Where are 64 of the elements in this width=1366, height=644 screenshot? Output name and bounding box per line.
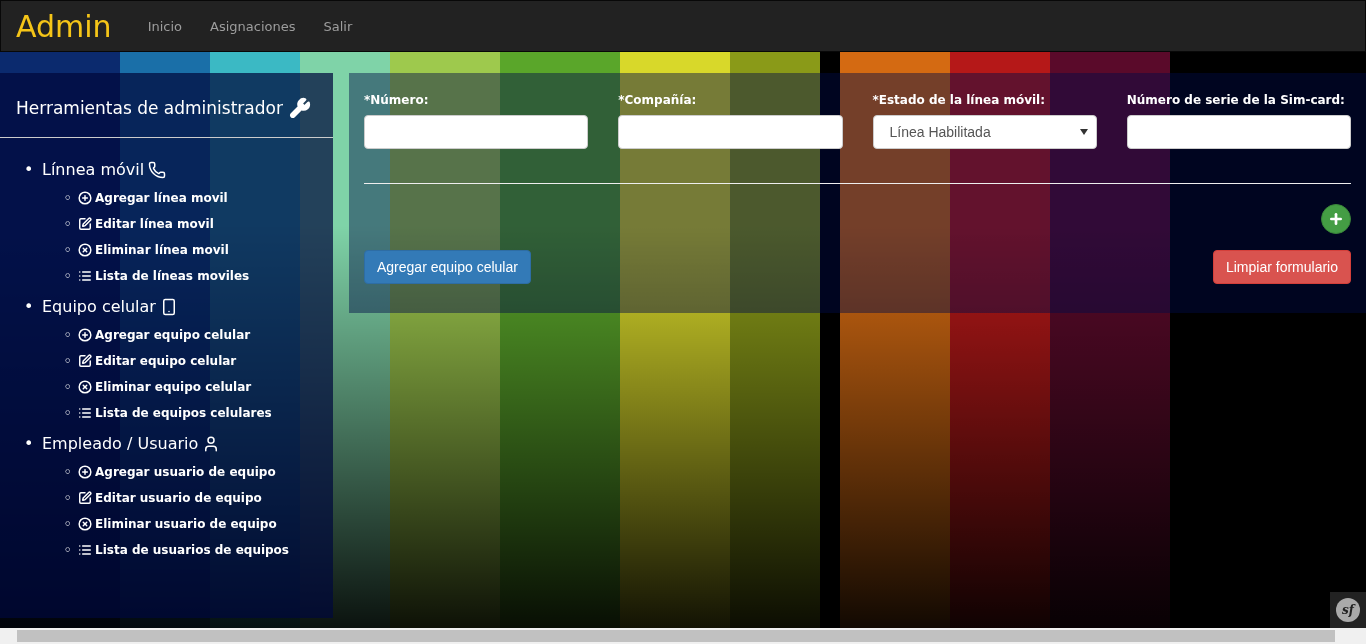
bullet: ◦ [64, 328, 73, 342]
clear-form-button[interactable]: Limpiar formulario [1212, 250, 1351, 284]
x-circle-icon [78, 517, 92, 531]
field-label: *Estado de la línea móvil: [872, 93, 1047, 107]
toolbar-logo: sf [1336, 598, 1360, 622]
field-label: *Número: [364, 93, 430, 107]
bullet: • [24, 434, 35, 453]
x-circle-icon [78, 243, 92, 257]
bullet: ◦ [64, 491, 73, 505]
sidebar-link[interactable]: Editar equipo celular [78, 354, 237, 368]
field-label: *Compañía: [618, 93, 698, 107]
sidebar-link[interactable]: Lista de líneas moviles [78, 269, 250, 283]
input-field[interactable] [618, 115, 843, 149]
list-icon [78, 269, 92, 283]
bullet: ◦ [64, 243, 73, 257]
bullet: • [24, 160, 35, 179]
plus-icon [1328, 211, 1344, 227]
nav-link[interactable]: Asignaciones [196, 18, 310, 34]
list-icon [78, 406, 92, 420]
phone-icon [148, 160, 167, 179]
debug-toolbar[interactable]: sf [1330, 592, 1366, 628]
sidebar-link[interactable]: Lista de usuarios de equipos [78, 543, 289, 557]
bullet: ◦ [64, 465, 73, 479]
edit-icon [78, 491, 92, 505]
bullet: • [24, 297, 35, 316]
input-field[interactable] [364, 115, 589, 149]
field-label: Número de serie de la Sim-card: [1126, 93, 1346, 107]
bullet: ◦ [64, 517, 73, 531]
plus-circle-icon [78, 328, 92, 342]
bullet: ◦ [64, 543, 73, 557]
bullet: ◦ [64, 380, 73, 394]
sidebar-link[interactable]: Editar usuario de equipo [78, 491, 262, 505]
x-circle-icon [78, 380, 92, 394]
plus-circle-icon [78, 191, 92, 205]
sidebar-link[interactable]: Eliminar usuario de equipo [78, 517, 277, 531]
wrench-icon [288, 97, 311, 119]
sidebar-link[interactable]: Editar línea movil [78, 217, 214, 231]
nav-link[interactable]: Inicio [133, 18, 197, 34]
add-device-button[interactable]: Agregar equipo celular [364, 250, 531, 284]
sidebar-link[interactable]: Agregar línea movil [78, 191, 228, 205]
sidebar-link[interactable]: Eliminar equipo celular [78, 380, 252, 394]
bullet: ◦ [64, 217, 73, 231]
sidebar-title: Herramientas de administrador [16, 98, 283, 118]
edit-icon [78, 354, 92, 368]
sidebar-link[interactable]: Agregar usuario de equipo [78, 465, 276, 479]
horizontal-scrollbar[interactable] [0, 628, 1366, 644]
bullet: ◦ [64, 354, 73, 368]
plus-circle-icon [78, 465, 92, 479]
section-heading: Empleado / Usuario [42, 434, 199, 453]
section-heading: Línnea móvil [42, 160, 145, 179]
brand-logo[interactable]: Admin [16, 8, 112, 44]
list-icon [78, 543, 92, 557]
caret-icon [1079, 129, 1088, 135]
input-field[interactable] [1126, 115, 1351, 149]
section-heading: Equipo celular [42, 297, 156, 316]
edit-icon [78, 217, 92, 231]
bullet: ◦ [64, 191, 73, 205]
bullet: ◦ [64, 406, 73, 420]
sidebar-link[interactable]: Eliminar línea movil [78, 243, 229, 257]
nav-link[interactable]: Salir [309, 18, 367, 34]
bullet: ◦ [64, 269, 73, 283]
sidebar-link[interactable]: Agregar equipo celular [78, 328, 251, 342]
sidebar-link[interactable]: Lista de equipos celulares [78, 406, 272, 420]
status-select[interactable]: Línea Habilitada [872, 115, 1097, 149]
